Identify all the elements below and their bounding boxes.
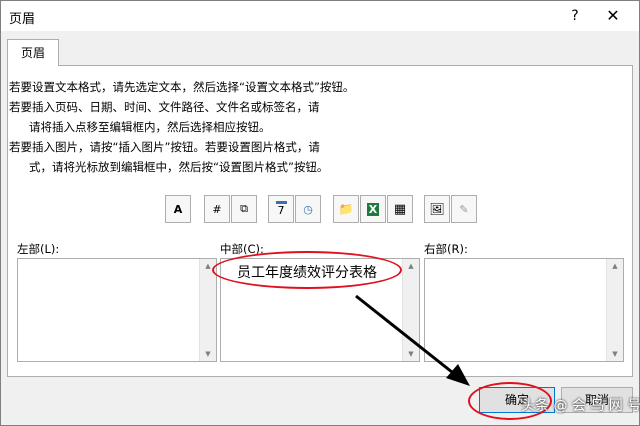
annotation-arrow: [355, 294, 470, 386]
watermark: 头条 @ 会 鸟 网 号: [521, 398, 640, 414]
tab-header[interactable]: 页眉: [7, 39, 59, 66]
